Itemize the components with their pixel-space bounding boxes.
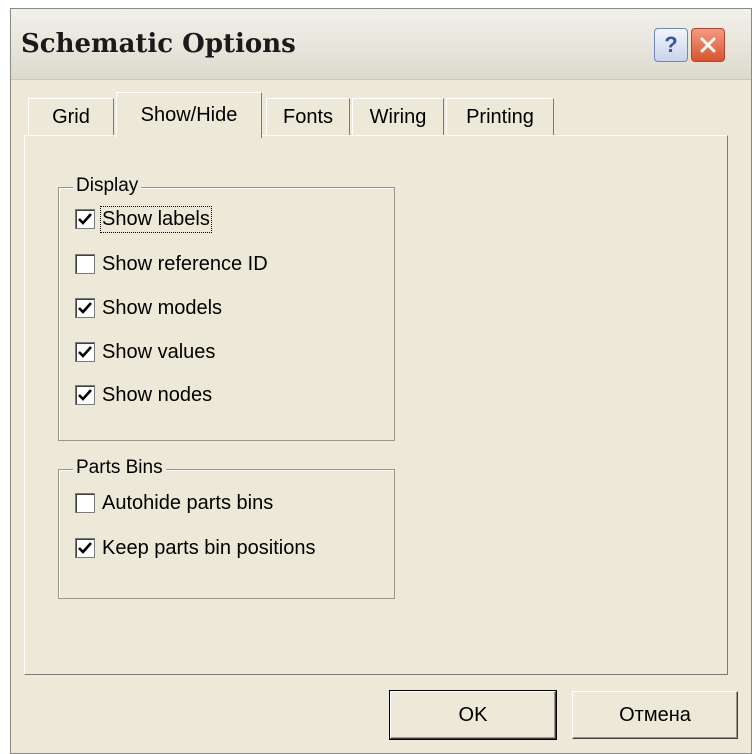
parts-bins-group: Parts Bins Autohide parts bins Keep part… bbox=[58, 457, 395, 599]
checkbox-box[interactable] bbox=[75, 493, 95, 513]
tab-wiring[interactable]: Wiring bbox=[352, 98, 444, 136]
cancel-button[interactable]: Отмена bbox=[572, 691, 738, 739]
display-group-legend: Display bbox=[73, 175, 142, 197]
show-hide-panel: Display Show labels Show reference ID Sh… bbox=[24, 135, 728, 675]
checkbox-box[interactable] bbox=[75, 254, 95, 274]
checkbox-box[interactable] bbox=[75, 209, 95, 229]
show-models-checkbox[interactable]: Show models bbox=[75, 295, 222, 321]
close-button[interactable] bbox=[691, 28, 725, 62]
close-icon bbox=[700, 37, 716, 53]
tab-grid[interactable]: Grid bbox=[28, 98, 114, 136]
check-icon bbox=[78, 213, 92, 225]
autohide-parts-bins-checkbox[interactable]: Autohide parts bins bbox=[75, 490, 273, 516]
show-models-label: Show models bbox=[102, 296, 223, 319]
ok-button[interactable]: OK bbox=[389, 690, 557, 740]
dialog-title: Schematic Options bbox=[21, 29, 296, 59]
checkbox-box[interactable] bbox=[75, 538, 95, 558]
show-reference-id-checkbox[interactable]: Show reference ID bbox=[75, 251, 268, 277]
show-nodes-label: Show nodes bbox=[102, 383, 213, 406]
tab-printing[interactable]: Printing bbox=[446, 98, 554, 136]
keep-parts-bin-positions-label: Keep parts bin positions bbox=[102, 536, 316, 559]
show-values-label: Show values bbox=[102, 340, 216, 363]
show-nodes-checkbox[interactable]: Show nodes bbox=[75, 382, 212, 408]
show-labels-checkbox[interactable]: Show labels bbox=[75, 205, 212, 233]
checkbox-box[interactable] bbox=[75, 385, 95, 405]
tab-show-hide[interactable]: Show/Hide bbox=[116, 92, 262, 138]
check-icon bbox=[78, 302, 92, 314]
show-values-checkbox[interactable]: Show values bbox=[75, 339, 215, 365]
parts-bins-group-legend: Parts Bins bbox=[73, 457, 166, 479]
show-reference-id-label: Show reference ID bbox=[102, 252, 268, 275]
check-icon bbox=[78, 389, 92, 401]
check-icon bbox=[78, 346, 92, 358]
autohide-parts-bins-label: Autohide parts bins bbox=[102, 491, 274, 514]
tab-fonts[interactable]: Fonts bbox=[266, 98, 350, 136]
display-group: Display Show labels Show reference ID Sh… bbox=[58, 175, 395, 441]
checkbox-box[interactable] bbox=[75, 298, 95, 318]
check-icon bbox=[78, 542, 92, 554]
title-bar[interactable]: Schematic Options ? bbox=[11, 9, 751, 80]
show-labels-label: Show labels bbox=[100, 205, 212, 233]
keep-parts-bin-positions-checkbox[interactable]: Keep parts bin positions bbox=[75, 535, 315, 561]
checkbox-box[interactable] bbox=[75, 342, 95, 362]
help-button[interactable]: ? bbox=[654, 28, 688, 62]
